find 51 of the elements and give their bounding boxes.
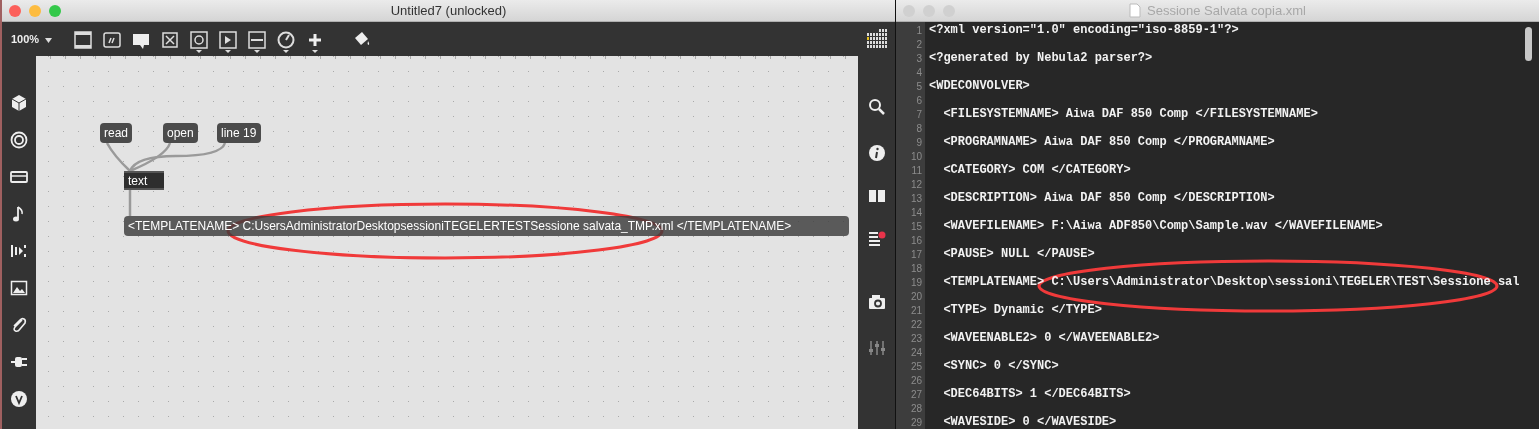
code-line: <PROGRAMNAME> Aiwa DAF 850 Comp </PROGRAMNAME> — [942, 135, 1275, 149]
code-line: <?xml version="1.0" encoding="iso-8859-1"?> — [929, 23, 1239, 37]
line-number: 14 — [909, 206, 922, 218]
line-number: 9 — [915, 136, 922, 148]
code-line: <SYNC> 0 </SYNC> — [942, 359, 1059, 373]
line-number: 6 — [915, 94, 922, 106]
line-number: 4 — [915, 66, 922, 78]
window-title: Untitled7 (unlocked) — [390, 3, 507, 18]
message-box[interactable]: read — [100, 123, 133, 143]
code-line: <?generated by Nebula2 parser?> — [929, 51, 1153, 65]
line-number: 5 — [915, 80, 922, 92]
code-line: <FILESYSTEMNAME> Aiwa DAF 850 Comp </FILESYSTEMNAME> — [942, 107, 1318, 121]
line-number: 21 — [909, 304, 922, 316]
line-number: 13 — [909, 192, 922, 204]
line-number: 3 — [915, 52, 922, 64]
line-number: 7 — [915, 108, 922, 120]
line-number: 16 — [909, 234, 922, 246]
line-number: 23 — [909, 332, 922, 344]
line-number: 12 — [909, 178, 922, 190]
code-line: <WAVESIDE> 0 </WAVESIDE> — [942, 415, 1117, 429]
object-box[interactable]: text — [124, 171, 164, 190]
message-box[interactable]: open — [163, 123, 198, 143]
line-number: 11 — [910, 164, 922, 176]
line-number: 20 — [909, 290, 922, 302]
line-number: 2 — [915, 38, 922, 50]
line-number: 25 — [909, 360, 922, 372]
line-number: 24 — [909, 346, 922, 358]
line-number: 17 — [909, 248, 922, 260]
message-box[interactable]: line 19 — [217, 123, 261, 143]
line-number: 1 — [915, 24, 922, 36]
code-line: <PAUSE> NULL </PAUSE> — [942, 247, 1095, 261]
code-line: <CATEGORY> COM </CATEGORY> — [942, 163, 1131, 177]
line-number: 10 — [909, 150, 922, 162]
message-box[interactable]: <TEMPLATENAME> C:UsersAdministratorDesktopsessioniTEGELERTESTSessione salvata_TMP.xml </TEMPLATENAME> — [124, 216, 849, 236]
line-number: 28 — [909, 402, 922, 414]
line-number: 27 — [909, 388, 922, 400]
code-line: <WAVEENABLE2> 0 </WAVEENABLE2> — [942, 331, 1160, 345]
line-number: 15 — [909, 220, 922, 232]
line-number: 26 — [909, 374, 922, 386]
line-number: 29 — [909, 416, 922, 428]
line-number: 18 — [909, 262, 922, 274]
zoom-dropdown[interactable]: 100% — [11, 33, 73, 45]
line-number: 19 — [909, 276, 922, 288]
code-line: <DESCRIPTION> Aiwa DAF 850 Comp </DESCRIPTION> — [942, 191, 1275, 205]
code-line: <TYPE> Dynamic </TYPE> — [942, 303, 1102, 317]
window-title: Sessione Salvata copia.xml — [1147, 3, 1306, 18]
line-number: 22 — [909, 318, 922, 330]
code-line: <WDECONVOLVER> — [929, 79, 1030, 93]
code-line: <DEC64BITS> 1 </DEC64BITS> — [942, 387, 1131, 401]
line-number: 8 — [915, 122, 922, 134]
code-line: <WAVEFILENAME> F:\Aiwa ADF850\Comp\Sample.wav </WAVEFILENAME> — [942, 219, 1383, 233]
